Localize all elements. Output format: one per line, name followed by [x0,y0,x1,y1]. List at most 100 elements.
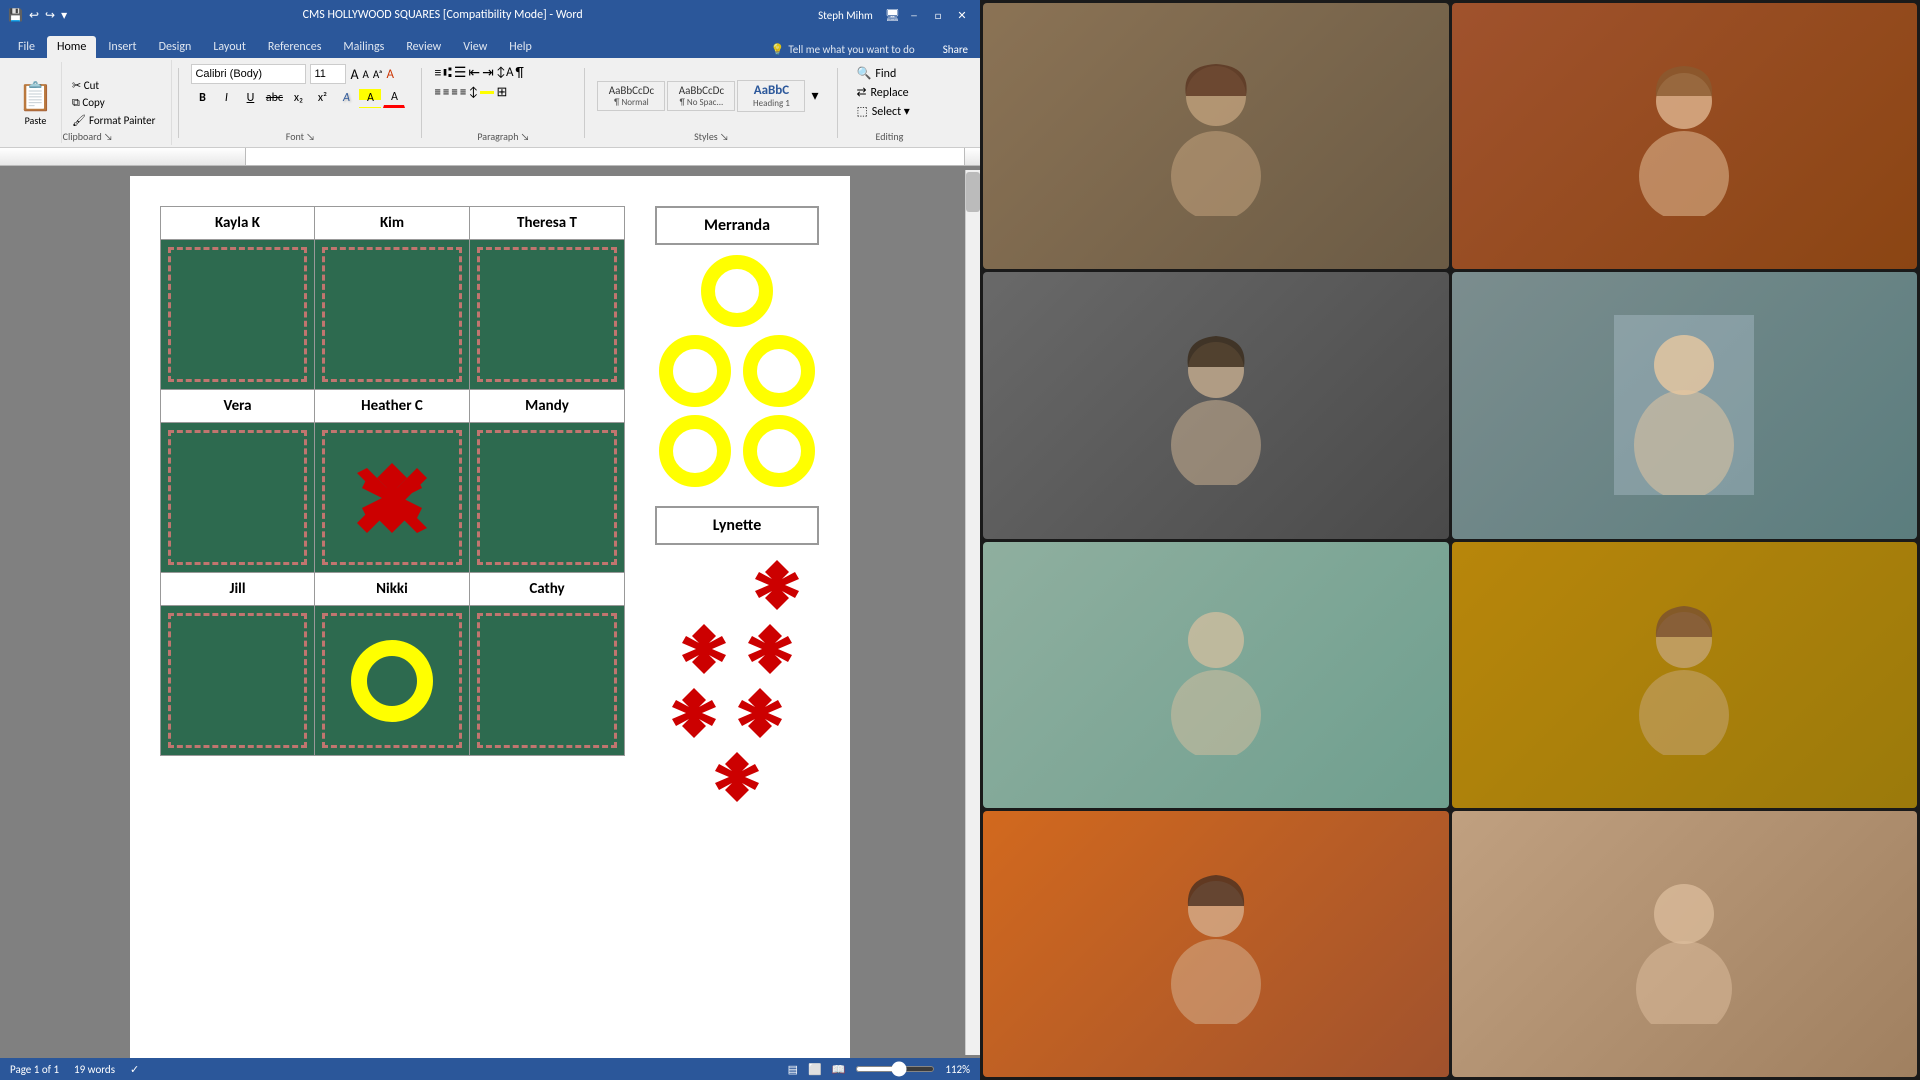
shading-btn[interactable] [480,91,494,94]
copy-btn[interactable]: ⧉ Copy [68,95,159,111]
video-tile-5[interactable] [983,542,1449,808]
os-row3 [659,415,815,487]
video-face-5 [983,542,1449,808]
tab-review[interactable]: Review [396,36,451,58]
format-painter-btn[interactable]: 🖌 Format Painter [68,113,159,128]
text-effects-btn[interactable]: A [335,88,357,108]
xs-row1 [659,555,815,615]
font-name-input[interactable] [191,64,306,84]
redo-btn[interactable]: ↪ [45,8,55,23]
tab-references[interactable]: References [258,36,332,58]
numbering-btn[interactable]: ⑆ [443,64,451,81]
cell-cathy[interactable] [470,606,625,756]
replace-btn[interactable]: ⇄ Replace [852,83,926,102]
cell-kim[interactable] [315,240,470,390]
cell-vera[interactable] [160,423,315,573]
video-tile-6[interactable] [1452,542,1918,808]
o-score-3 [743,335,815,407]
video-tile-4[interactable] [1452,272,1918,538]
strikethrough-btn[interactable]: abc [263,88,285,108]
zoom-slider[interactable] [855,1066,935,1072]
tab-home[interactable]: Home [47,36,96,58]
merranda-os [655,251,819,491]
bold-btn[interactable]: B [191,88,213,108]
align-right-btn[interactable]: ≡ [451,85,457,100]
view-read-btn[interactable]: 📖 [832,1063,846,1076]
shrink-font-btn[interactable]: A [363,68,369,81]
style-no-space[interactable]: AaBbCcDc ¶ No Spac... [667,81,735,111]
cell-nikki[interactable] [315,606,470,756]
doc-area: Kayla K Kim Theresa T [0,166,980,1058]
change-case-btn[interactable]: Aᵃ [373,68,383,81]
sort-btn[interactable]: ↕A [496,65,514,80]
tab-layout[interactable]: Layout [203,36,256,58]
italic-btn[interactable]: I [215,88,237,108]
borders-btn[interactable]: ⊞ [496,85,507,100]
styles-more-btn[interactable]: ▾ [807,83,822,108]
minimize-btn[interactable]: ─ [904,5,924,25]
cell-theresa[interactable] [470,240,625,390]
cell-mandy[interactable] [470,423,625,573]
merranda-header: Merranda [655,206,819,245]
increase-indent-btn[interactable]: ⇥ [482,64,494,81]
video-face-7 [983,811,1449,1077]
word-count: 19 words [74,1063,115,1076]
cell-kayla[interactable] [160,240,315,390]
hs-grid-container: Kayla K Kim Theresa T [160,206,625,811]
font-color-btn[interactable]: A [383,88,405,108]
show-formatting-btn[interactable]: ¶ [516,64,524,81]
share-btn[interactable]: Share [935,41,976,58]
font-size-input[interactable] [310,64,346,84]
grow-font-btn[interactable]: A [350,66,358,83]
video-tile-3[interactable] [983,272,1449,538]
clear-format-btn[interactable]: A [386,67,394,82]
subscript-btn[interactable]: x₂ [287,88,309,108]
align-left-btn[interactable]: ≡ [434,85,440,100]
tab-insert[interactable]: Insert [98,36,146,58]
select-label: Select ▾ [872,104,910,119]
line-spacing-btn[interactable]: ↕ [468,85,478,100]
align-center-btn[interactable]: ≡ [443,85,449,100]
style-normal[interactable]: AaBbCcDc ¶ Normal [597,81,665,111]
style-heading1[interactable]: AaBbC Heading 1 [737,80,805,112]
tab-design[interactable]: Design [149,36,202,58]
sep4 [837,68,838,138]
justify-btn[interactable]: ≡ [460,85,466,100]
video-tile-1[interactable] [983,3,1449,269]
superscript-btn[interactable]: x² [311,88,333,108]
bullets-btn[interactable]: ≡ [434,64,441,81]
view-web-btn[interactable]: ⬜ [808,1063,822,1076]
header-vera: Vera [160,390,315,423]
view-normal-btn[interactable]: ▤ [788,1063,798,1076]
decrease-indent-btn[interactable]: ⇤ [468,64,480,81]
cell-jill[interactable] [160,606,315,756]
paste-label: Paste [25,114,47,127]
tab-mailings[interactable]: Mailings [333,36,394,58]
person-silhouette-2 [1624,56,1744,216]
scrollbar[interactable] [965,170,980,1055]
select-btn[interactable]: ⬚ Select ▾ [852,102,926,121]
header-mandy: Mandy [470,390,625,423]
tell-me-box[interactable]: 💡 Tell me what you want to do [763,41,923,58]
lynette-xs [655,551,819,811]
monitor-icon[interactable]: 🖥 [885,8,900,23]
tab-help[interactable]: Help [499,36,542,58]
maximize-btn[interactable]: □ [928,5,948,25]
tab-view[interactable]: View [453,36,497,58]
text-highlight-btn[interactable]: A [359,88,381,108]
video-tile-8[interactable] [1452,811,1918,1077]
video-tile-7[interactable] [983,811,1449,1077]
undo-btn[interactable]: ↩ [29,8,39,23]
find-btn[interactable]: 🔍 Find [852,64,926,83]
video-face-1 [983,3,1449,269]
video-tile-2[interactable] [1452,3,1918,269]
cell-heatherc[interactable] [315,423,470,573]
close-btn[interactable]: ✕ [952,5,972,25]
os-row1 [701,255,773,327]
tab-file[interactable]: File [8,36,45,58]
multilevel-btn[interactable]: ☰ [454,64,467,81]
underline-btn[interactable]: U [239,88,261,108]
cut-btn[interactable]: ✂ Cut [68,78,159,93]
hs-row3-headers: Jill Nikki Cathy [160,573,625,606]
o-score-1 [701,255,773,327]
